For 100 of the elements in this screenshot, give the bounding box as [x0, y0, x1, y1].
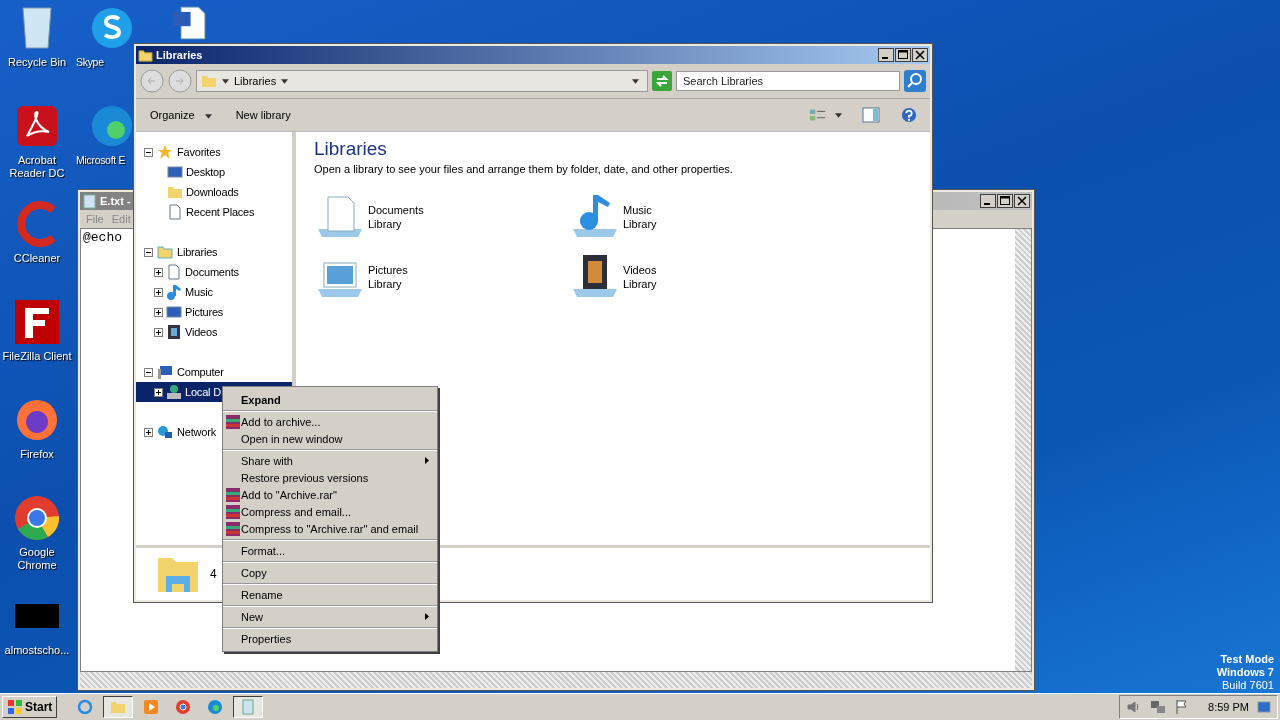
play-icon: [143, 699, 160, 715]
expander-icon[interactable]: [154, 307, 163, 317]
expander-icon[interactable]: [144, 367, 153, 377]
expander-icon[interactable]: [154, 387, 163, 397]
tree-item[interactable]: Desktop: [136, 162, 292, 182]
refresh-button[interactable]: [652, 71, 672, 91]
expander-icon[interactable]: [144, 427, 153, 437]
clock[interactable]: 8:59 PM: [1208, 701, 1249, 713]
desktop-icon-label[interactable]: Skype: [76, 56, 104, 69]
browser-icon: [175, 699, 192, 715]
tree-item[interactable]: Videos: [136, 322, 292, 342]
horizontal-scrollbar[interactable]: [80, 672, 1032, 688]
desktop-icon-label[interactable]: Microsoft E: [76, 154, 126, 167]
window-title: Libraries: [156, 49, 204, 61]
menu-item[interactable]: Format...: [223, 542, 437, 559]
test-mode-text: Test Mode: [1220, 653, 1274, 666]
tree-item[interactable]: Favorites: [136, 142, 292, 162]
taskbar-app-button[interactable]: [233, 696, 264, 718]
toolbar-button[interactable]: New library: [233, 106, 293, 124]
menu-item[interactable]: Properties: [223, 630, 437, 647]
tree-item[interactable]: Libraries: [136, 242, 292, 262]
menu-item[interactable]: Compress to "Archive.rar" and email: [223, 520, 437, 537]
tree-item[interactable]: Downloads: [136, 182, 292, 202]
app-icon[interactable]: [13, 298, 61, 346]
archive-icon: [226, 414, 240, 429]
caret-icon[interactable]: [835, 112, 842, 118]
library-item[interactable]: Documents Library: [314, 191, 569, 243]
desktop-icon-label[interactable]: Firefox: [20, 448, 54, 461]
windows-logo-icon: [7, 699, 23, 715]
menu-item[interactable]: Compress and email...: [223, 503, 437, 520]
menu-item[interactable]: Add to archive...: [223, 413, 437, 430]
menu-item[interactable]: Copy: [223, 564, 437, 581]
minimize-button[interactable]: [878, 48, 894, 62]
expander-icon[interactable]: [154, 267, 163, 277]
desktop-icon-label[interactable]: CCleaner: [13, 252, 61, 265]
menu-item[interactable]: Share with: [223, 452, 437, 469]
close-button[interactable]: [912, 48, 928, 62]
library-type: Library: [623, 217, 657, 231]
archive-icon: [226, 504, 240, 519]
monitor-icon: [167, 164, 183, 180]
desktop-icon-label[interactable]: Google Chrome: [0, 546, 74, 572]
document-icon[interactable]: [170, 4, 208, 42]
tree-item[interactable]: Documents: [136, 262, 292, 282]
folder-icon: [201, 73, 217, 89]
caret-icon[interactable]: [281, 78, 289, 84]
maximize-button[interactable]: [895, 48, 911, 62]
expander-icon[interactable]: [144, 147, 153, 157]
menu-item[interactable]: Restore previous versions: [223, 469, 437, 486]
app-icon[interactable]: [13, 494, 61, 542]
browser-icon: [207, 699, 224, 715]
expander-icon[interactable]: [154, 327, 163, 337]
start-button[interactable]: Start: [2, 696, 58, 718]
preview-pane-icon[interactable]: [862, 107, 880, 123]
taskbar-app-button[interactable]: [103, 696, 134, 718]
library-type: Library: [623, 277, 657, 291]
network-icon[interactable]: [1150, 699, 1167, 715]
organize-menu[interactable]: Organize: [148, 106, 214, 124]
expander-icon[interactable]: [154, 287, 163, 297]
notepad-icon: [240, 699, 257, 715]
menu-item[interactable]: Open in new window: [223, 430, 437, 447]
library-type: Library: [368, 277, 403, 291]
show-desktop-icon[interactable]: [1257, 699, 1271, 715]
desktop-icon-label[interactable]: almostscho...: [4, 644, 70, 657]
monitor-icon: [157, 364, 173, 380]
tree-item[interactable]: Music: [136, 282, 292, 302]
view-options-icon[interactable]: [809, 107, 827, 123]
desktop-icon-label[interactable]: Acrobat Reader DC: [0, 154, 74, 180]
vertical-scrollbar[interactable]: [1015, 229, 1031, 671]
document-icon: [167, 204, 183, 220]
folder-icon: [110, 699, 127, 715]
window-title: E.txt -: [100, 195, 132, 207]
globe-icon: [157, 424, 173, 440]
library-name: Documents: [368, 203, 424, 217]
help-icon[interactable]: [900, 107, 918, 123]
tree-item[interactable]: Pictures: [136, 302, 292, 322]
document-icon: [166, 264, 182, 280]
breadcrumb[interactable]: Libraries: [234, 75, 277, 87]
menu-item[interactable]: Rename: [223, 586, 437, 603]
library-name: Music: [623, 203, 653, 217]
description-text: Open a library to see your files and arrange them by folder, date, and other properties.: [314, 163, 734, 175]
folder-icon: [167, 184, 183, 200]
library-item[interactable]: Music Library: [569, 191, 824, 243]
expander-icon[interactable]: [144, 247, 153, 257]
menu-item[interactable]: Expand: [223, 391, 437, 408]
test-mode-text: Windows 7: [1216, 666, 1274, 679]
browser-icon: [77, 699, 94, 715]
library-item[interactable]: Videos Library: [569, 251, 824, 303]
search-icon[interactable]: [904, 70, 926, 92]
caret-icon[interactable]: [632, 78, 639, 84]
tree-item[interactable]: Computer: [136, 362, 292, 382]
desktop-icon-label[interactable]: Recycle Bin: [7, 56, 67, 69]
menu-item[interactable]: New: [223, 608, 437, 625]
tree-item[interactable]: Recent Places: [136, 202, 292, 222]
caret-icon[interactable]: [222, 78, 229, 84]
folder-icon: [157, 244, 173, 260]
menu-item[interactable]: Add to "Archive.rar": [223, 486, 437, 503]
text-content: @echo: [83, 230, 122, 245]
library-item[interactable]: Pictures Library: [314, 251, 569, 303]
search-field[interactable]: Search Libraries: [676, 71, 900, 91]
desktop-icon-label[interactable]: FileZilla Client: [2, 350, 72, 363]
